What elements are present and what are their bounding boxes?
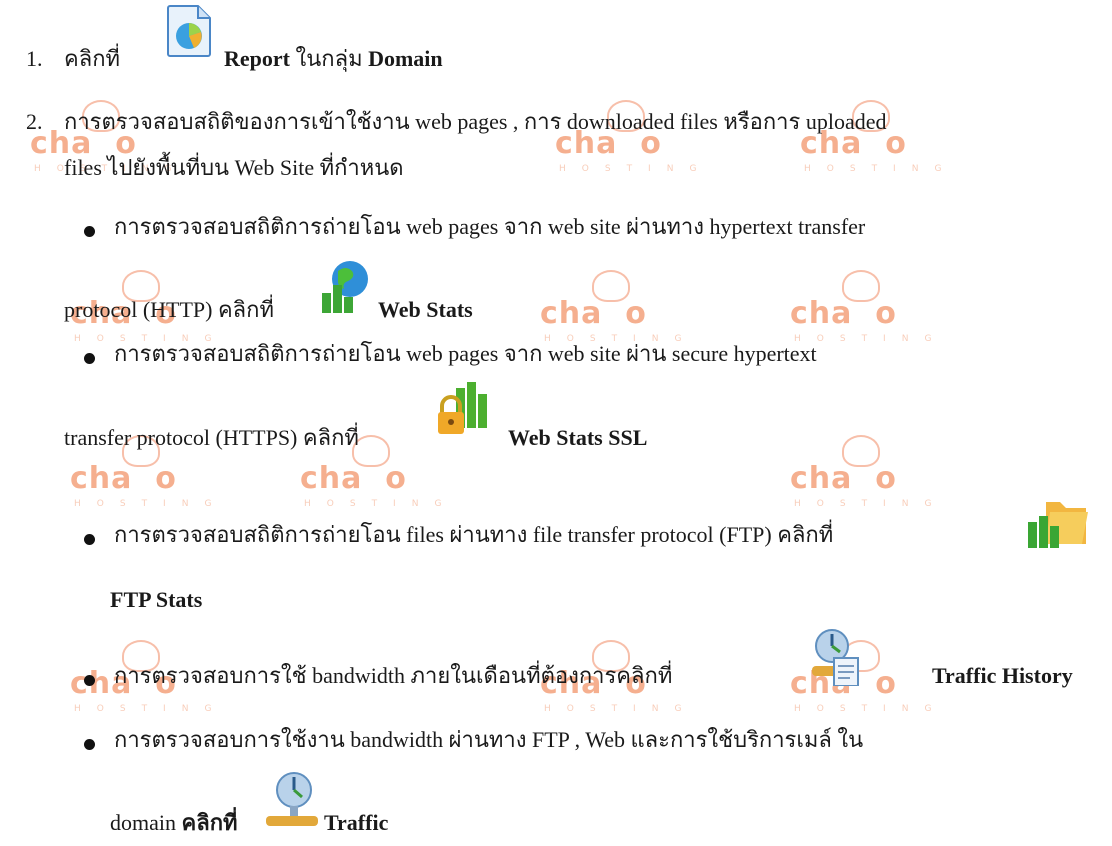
bullet-1-line-2: protocol (HTTP) คลิกที่ xyxy=(64,297,274,322)
report-icon[interactable] xyxy=(164,4,214,64)
web-stats-ssl-icon[interactable] xyxy=(434,380,492,448)
bullet-3-label: FTP Stats xyxy=(110,587,203,612)
item-1-text: คลิกที่ xyxy=(64,46,121,71)
bullet-dot xyxy=(84,353,95,364)
item-2-line-2: files ไปยังพื้นที่บน Web Site ที่กำหนด xyxy=(64,155,404,180)
bullet-4-line-1: การตรวจสอบการใช้ bandwidth ภายในเดือนที่… xyxy=(114,663,673,688)
bullet-dot xyxy=(84,534,95,545)
bullet-5-line-2: domain คลิกที่ xyxy=(110,810,238,835)
bullet-3-line-1: การตรวจสอบสถิติการถ่ายโอน files ผ่านทาง … xyxy=(114,522,834,547)
item-2-line-1: การตรวจสอบสถิติของการเข้าใช้งาน web page… xyxy=(64,109,887,134)
bullet-5-label: Traffic xyxy=(324,810,389,835)
web-stats-icon[interactable] xyxy=(316,257,372,323)
bullet-1-line-1: การตรวจสอบสถิติการถ่ายโอน web pages จาก … xyxy=(114,214,866,239)
bullet-5-line-1: การตรวจสอบการใช้งาน bandwidth ผ่านทาง FT… xyxy=(114,727,864,752)
bullet-2-line-1: การตรวจสอบสถิติการถ่ายโอน web pages จาก … xyxy=(114,341,817,366)
bullet-1-label: Web Stats xyxy=(378,297,473,322)
bullet-2-label: Web Stats SSL xyxy=(508,425,648,450)
item-number: 1. xyxy=(26,46,43,71)
ftp-stats-icon[interactable] xyxy=(1026,492,1090,558)
item-1-rest: Report ในกลุ่ม Domain xyxy=(224,46,443,71)
bullet-dot xyxy=(84,226,95,237)
traffic-history-icon[interactable] xyxy=(810,628,862,692)
bullet-dot xyxy=(84,739,95,750)
traffic-icon[interactable] xyxy=(264,770,320,838)
item-number: 2. xyxy=(26,109,43,134)
bullet-2-line-2: transfer protocol (HTTPS) คลิกที่ xyxy=(64,425,359,450)
bullet-dot xyxy=(84,675,95,686)
watermark-logo: cha o HOSTING xyxy=(790,435,931,525)
bullet-4-label: Traffic History xyxy=(932,663,1073,688)
